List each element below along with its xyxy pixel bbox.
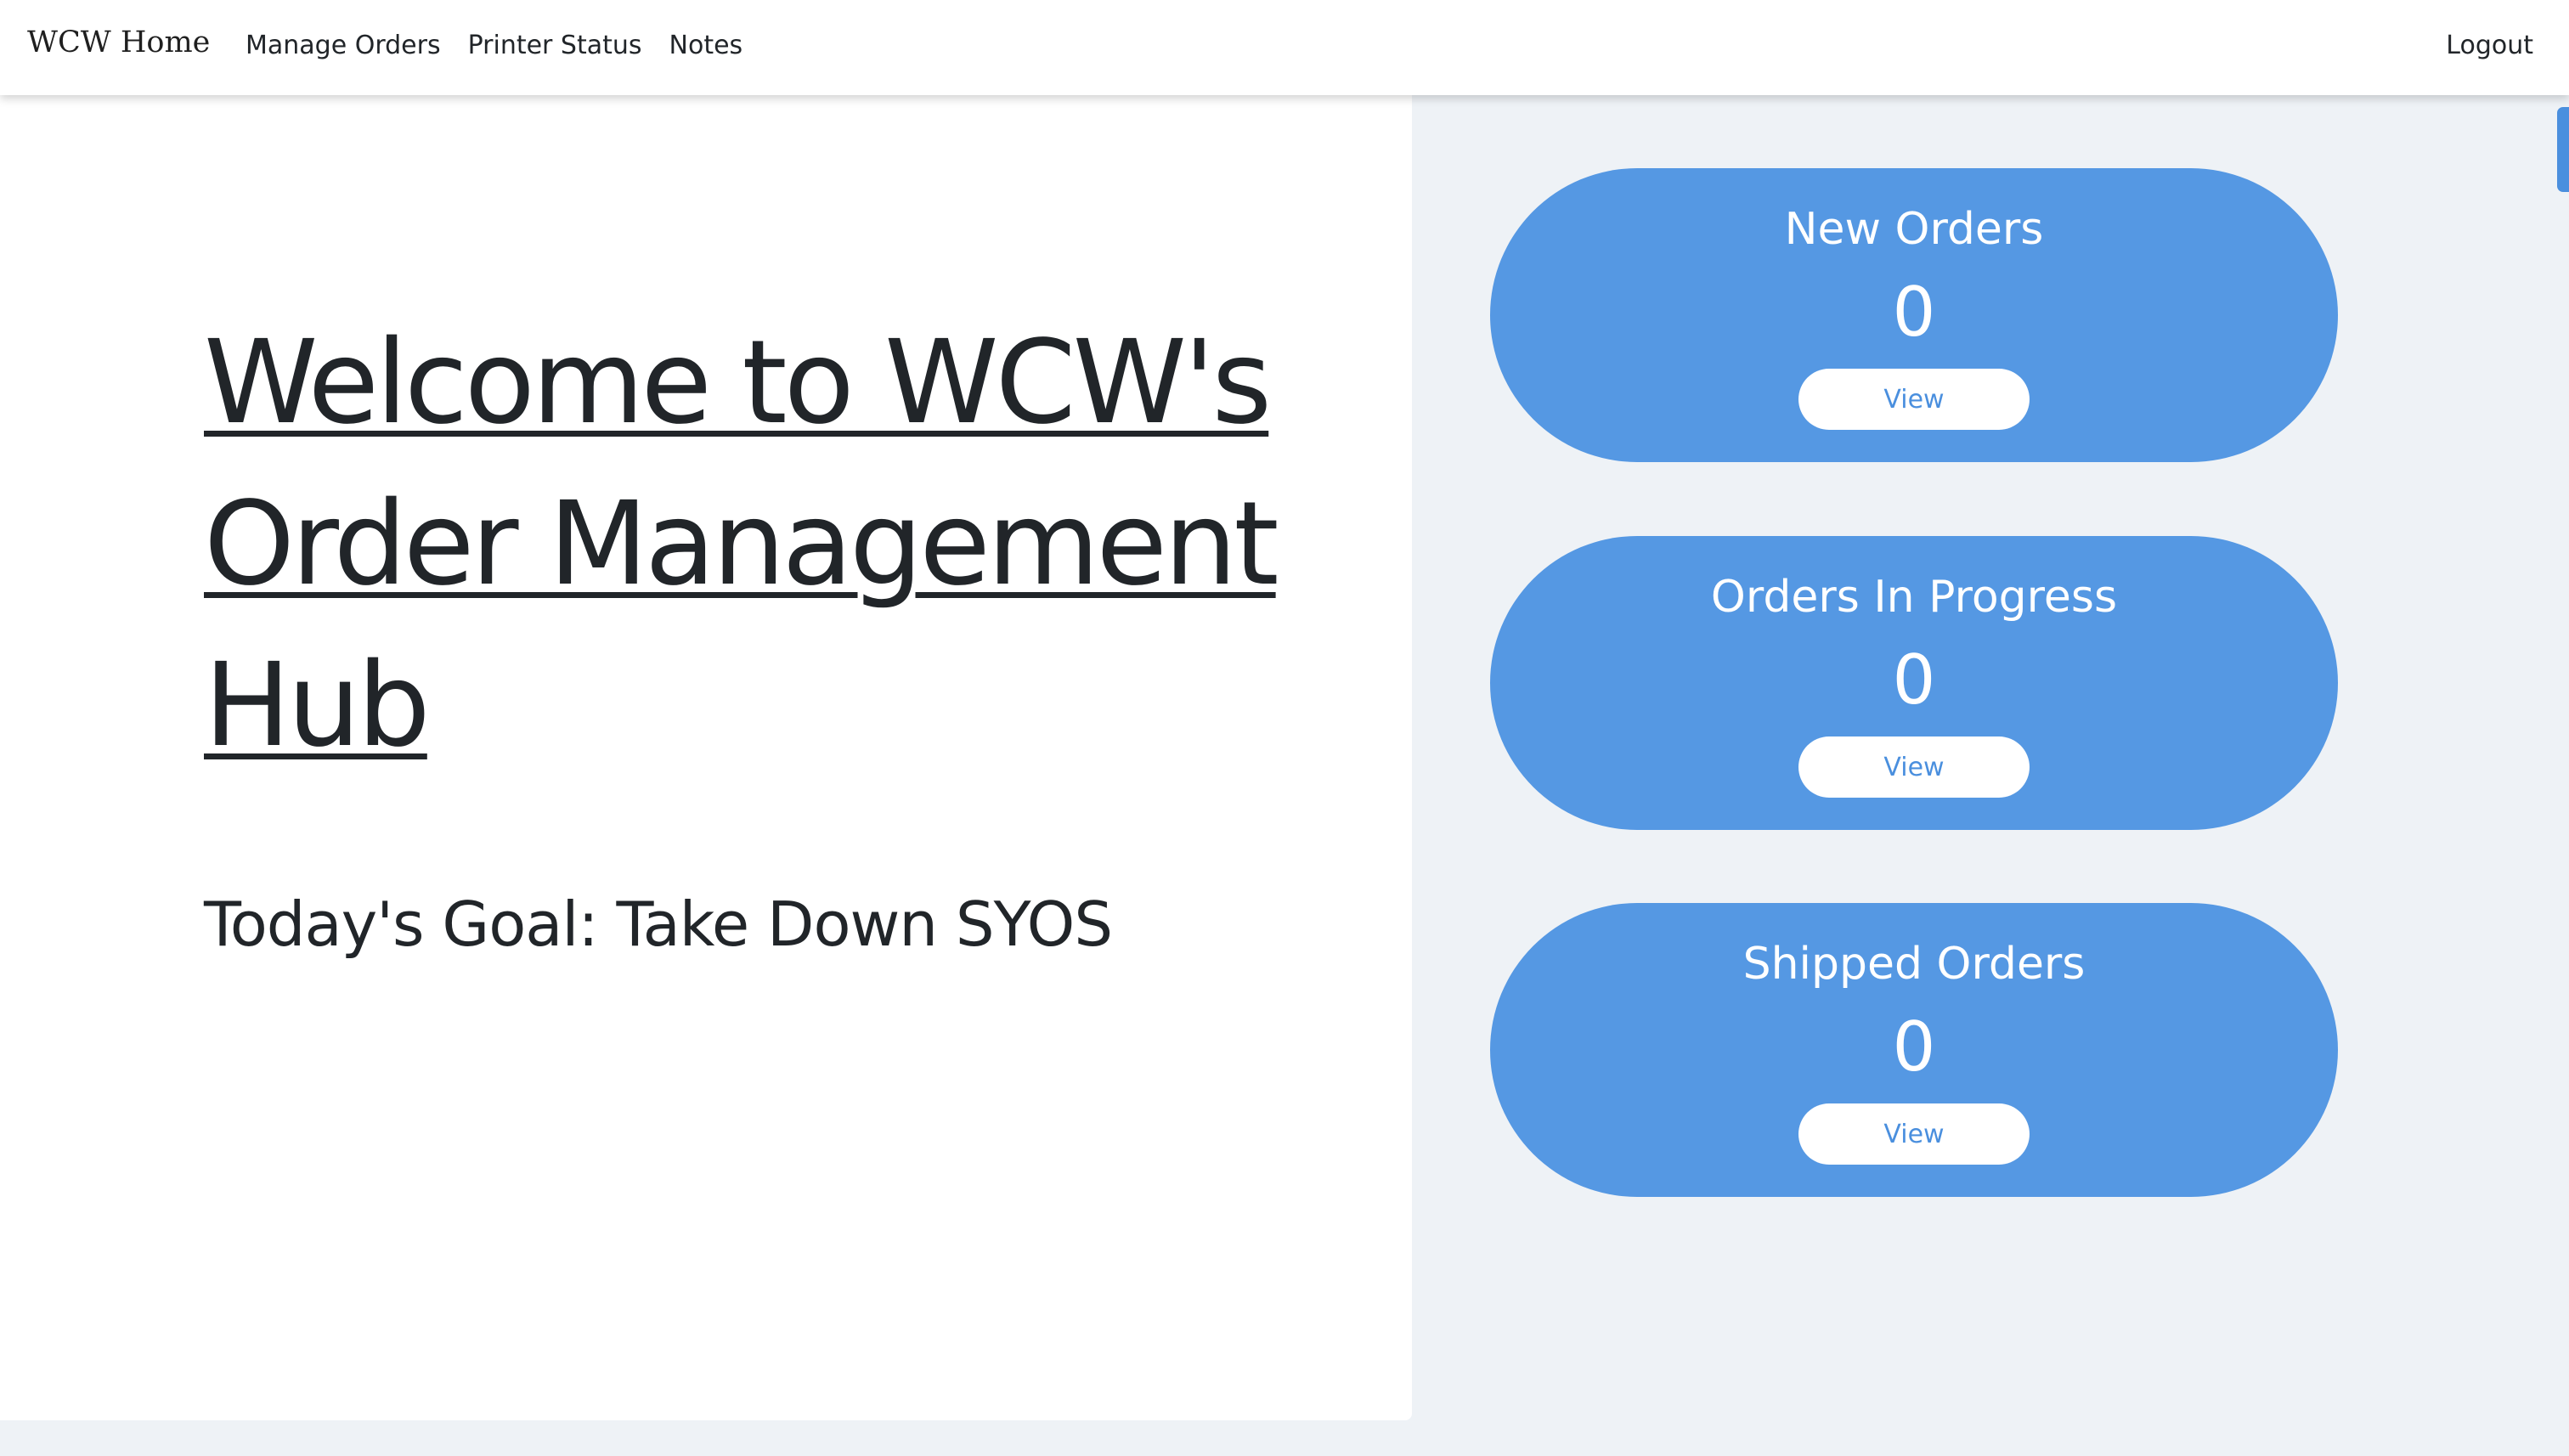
view-shipped-orders-button[interactable]: View	[1798, 1103, 2030, 1165]
card-title: Shipped Orders	[1742, 939, 2086, 990]
nav-printer-status[interactable]: Printer Status	[468, 31, 642, 60]
nav-manage-orders[interactable]: Manage Orders	[246, 31, 441, 60]
shipped-orders-card: Shipped Orders 0 View	[1490, 903, 2338, 1197]
orders-in-progress-card: Orders In Progress 0 View	[1490, 536, 2338, 830]
nav-notes[interactable]: Notes	[669, 31, 743, 60]
view-orders-in-progress-button[interactable]: View	[1798, 736, 2030, 798]
card-title: Orders In Progress	[1710, 572, 2118, 623]
scrollbar-thumb[interactable]	[2557, 107, 2569, 192]
new-orders-card: New Orders 0 View	[1490, 168, 2338, 462]
top-navbar: WCW Home Manage Orders Printer Status No…	[0, 0, 2569, 95]
view-new-orders-button[interactable]: View	[1798, 369, 2030, 430]
nav-links: Manage Orders Printer Status Notes	[246, 31, 742, 60]
welcome-heading: Welcome to WCW's Order Management Hub	[204, 316, 1279, 773]
order-count: 0	[1892, 641, 1936, 720]
logout-link[interactable]: Logout	[2446, 31, 2533, 60]
order-count: 0	[1892, 1007, 1936, 1086]
brand-link[interactable]: WCW Home	[27, 25, 210, 59]
daily-goal: Today's Goal: Take Down SYOS	[204, 889, 1113, 960]
card-title: New Orders	[1784, 204, 2044, 255]
order-count: 0	[1892, 273, 1936, 352]
